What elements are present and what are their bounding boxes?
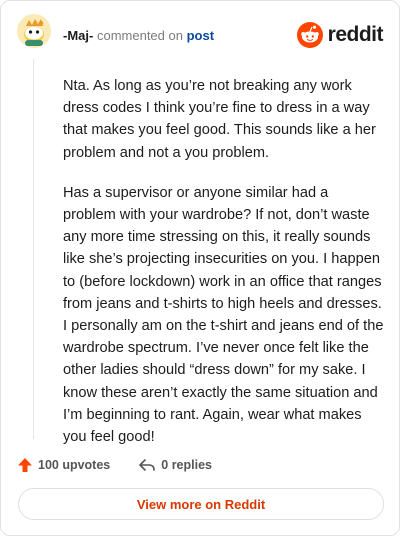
avatar[interactable] xyxy=(17,14,51,48)
brand-wordmark: reddit xyxy=(327,23,384,46)
thread-line xyxy=(33,59,34,439)
reply-button[interactable]: 0 replies xyxy=(138,457,212,473)
reddit-logo-icon xyxy=(296,22,323,48)
reddit-brand[interactable]: reddit xyxy=(296,22,384,48)
comment-header: -Maj- commented on post reddit xyxy=(17,14,384,54)
comment-meta: -Maj- commented on post xyxy=(63,28,214,43)
upvote-button[interactable]: 100 upvotes xyxy=(17,457,110,473)
comment-paragraph: Nta. As long as you’re not breaking any … xyxy=(63,78,376,161)
view-more-button[interactable]: View more on Reddit xyxy=(18,488,384,520)
upvote-arrow-icon xyxy=(18,458,32,472)
commented-on-text: commented on xyxy=(96,28,183,43)
comment-actions: 100 upvotes 0 replies xyxy=(17,453,240,477)
comment-embed-card: -Maj- commented on post reddit Nta. As l… xyxy=(0,0,400,536)
post-link[interactable]: post xyxy=(187,28,214,43)
reply-arrow-icon xyxy=(139,459,156,471)
comment-body: Nta. As long as you’re not breaking any … xyxy=(63,75,385,466)
author-name[interactable]: -Maj- xyxy=(63,28,93,43)
comment-paragraph: Has a supervisor or anyone similar had a… xyxy=(63,184,384,446)
reply-count: 0 replies xyxy=(161,458,212,472)
upvote-count: 100 upvotes xyxy=(38,458,111,472)
